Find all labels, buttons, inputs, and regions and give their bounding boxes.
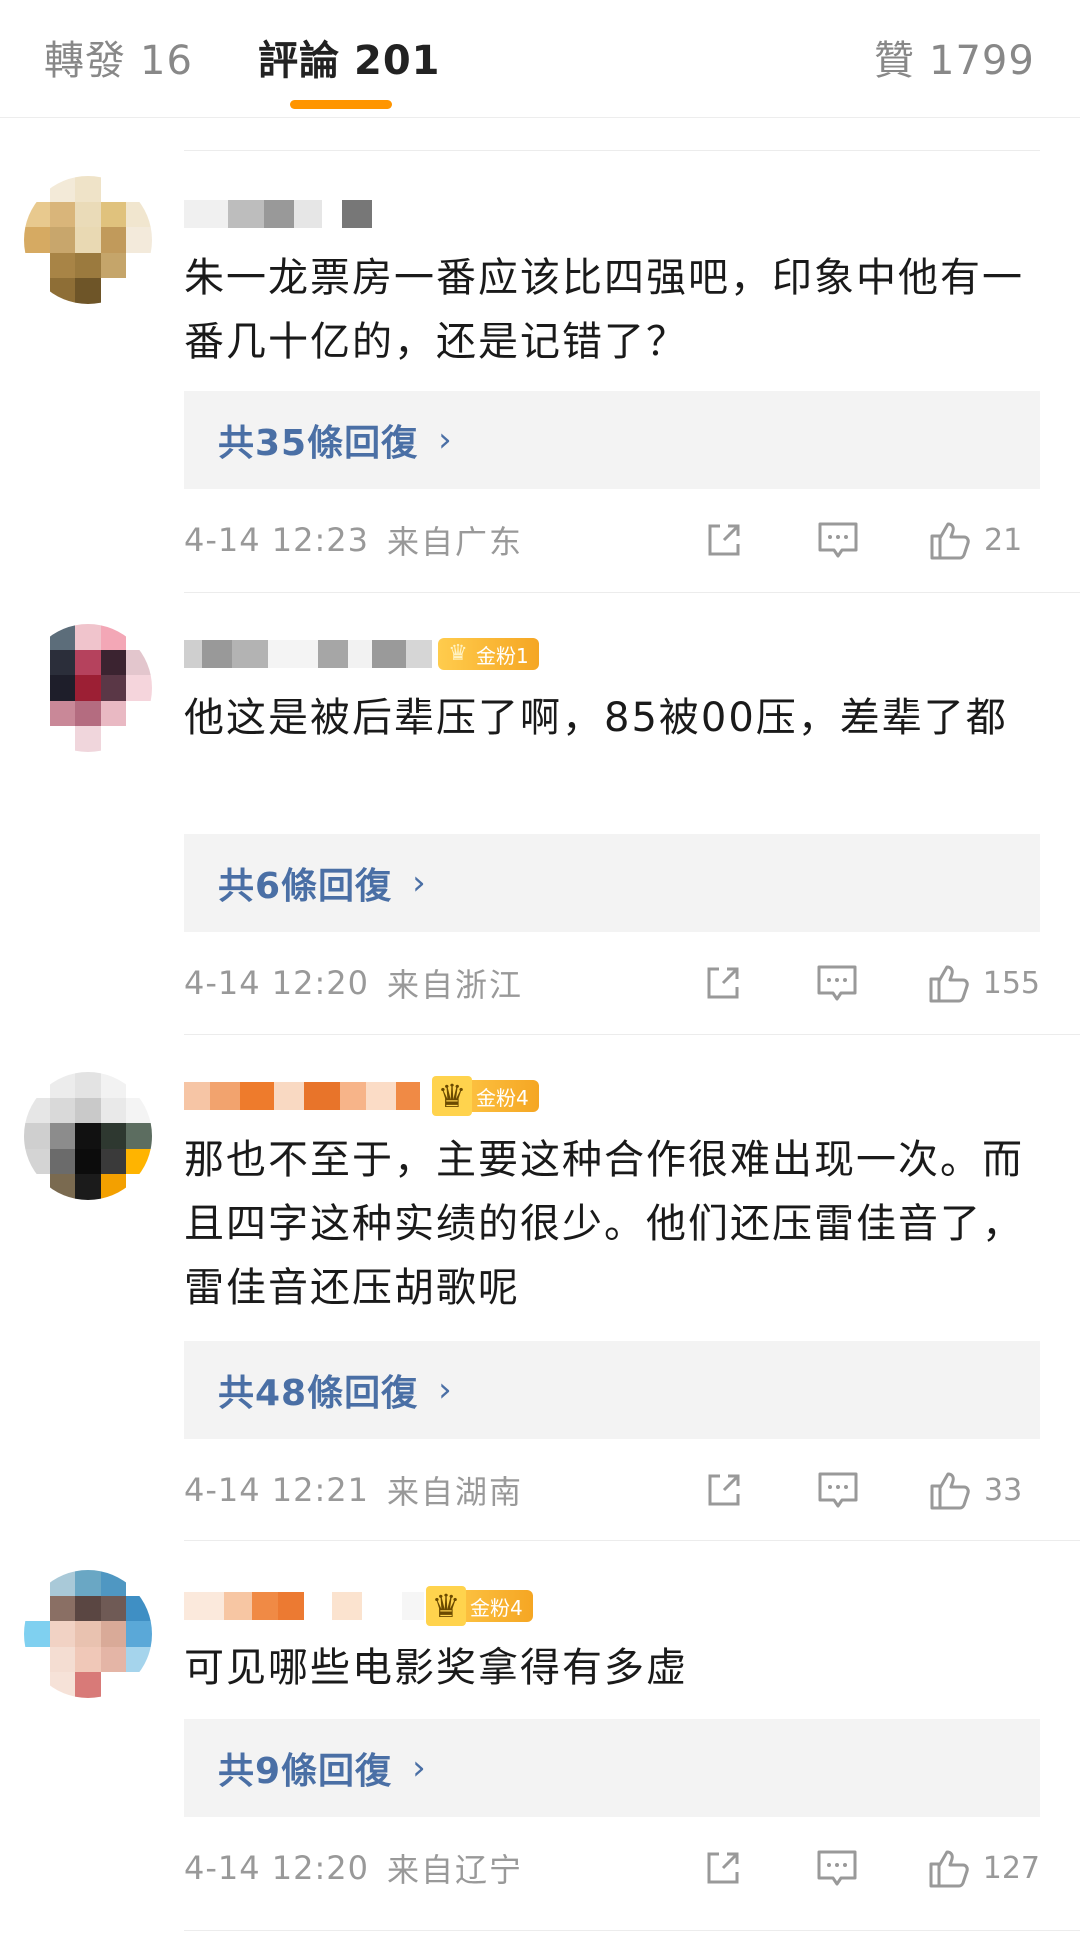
replies-count-label: 共48條回復	[218, 1373, 419, 1414]
view-replies-button[interactable]: 共6條回復 ›	[184, 834, 1040, 932]
comment-meta: 4-14 12:23 来自广东 21	[184, 515, 1040, 565]
like-count: 21	[984, 522, 1023, 558]
share-button[interactable]	[704, 1470, 744, 1510]
share-icon	[707, 1852, 739, 1884]
view-replies-button[interactable]: 共35條回復 ›	[184, 391, 1040, 489]
crown-icon: ♛	[432, 1076, 472, 1116]
tab-comments[interactable]: 評論 201	[258, 28, 441, 86]
replies-count-label: 共6條回復	[218, 866, 393, 907]
like-count: 127	[982, 1850, 1040, 1886]
fan-badge: ♛ 金粉4	[426, 1586, 533, 1626]
share-button[interactable]	[704, 520, 744, 560]
comment-time: 4-14 12:20	[184, 1849, 370, 1887]
chevron-right-icon: ›	[438, 420, 453, 460]
avatar[interactable]	[24, 1570, 152, 1698]
fan-badge: ♛ 金粉4	[432, 1076, 539, 1116]
tab-likes-label: 贊	[874, 38, 915, 84]
tab-likes-count: 1799	[929, 38, 1035, 84]
like-count: 33	[984, 1472, 1023, 1508]
comment-time: 4-14 12:20	[184, 964, 370, 1002]
tab-reposts-label: 轉發	[44, 38, 126, 84]
comment-location: 来自广东	[387, 523, 524, 561]
like-button[interactable]: 155	[927, 961, 1040, 1005]
share-icon	[708, 524, 740, 556]
chevron-right-icon: ›	[412, 863, 427, 903]
comment-text: 朱一龙票房一番应该比四强吧，印象中他有一番几十亿的，还是记错了？	[184, 255, 1024, 365]
username-redacted[interactable]: ♛ 金粉1	[184, 636, 539, 672]
comment-location: 来自辽宁	[387, 1851, 524, 1889]
chevron-right-icon: ›	[412, 1748, 427, 1788]
tab-comments-count: 201	[354, 38, 441, 84]
comment-icon	[818, 1472, 858, 1508]
comment-location: 来自湖南	[387, 1473, 524, 1511]
like-button[interactable]: 33	[928, 1468, 1040, 1512]
replies-count-label: 共35條回復	[218, 423, 419, 464]
comment-actions: 155	[703, 961, 1040, 1005]
divider	[184, 1930, 1080, 1931]
username-redacted[interactable]: ♛ 金粉4	[184, 1076, 539, 1116]
thumbs-up-icon	[930, 1472, 970, 1510]
fan-badge-label: 金粉4	[470, 1595, 523, 1620]
comment-button[interactable]	[815, 963, 859, 1003]
like-button[interactable]: 21	[928, 518, 1040, 562]
tab-likes[interactable]: 贊 1799	[874, 28, 1035, 86]
tab-reposts[interactable]: 轉發 16	[44, 28, 193, 86]
view-replies-button[interactable]: 共9條回復 ›	[184, 1719, 1040, 1817]
avatar[interactable]	[24, 176, 152, 304]
comment-meta: 4-14 12:20 来自辽宁 127	[184, 1843, 1040, 1893]
tab-active-indicator	[290, 100, 392, 109]
comment-icon	[817, 965, 857, 1001]
comment-actions: 33	[704, 1468, 1040, 1512]
comment-icon	[818, 522, 858, 558]
replies-count-label: 共9條回復	[218, 1751, 393, 1792]
fan-badge: ♛ 金粉1	[438, 638, 539, 670]
share-button[interactable]	[703, 963, 743, 1003]
comment-actions: 21	[704, 518, 1040, 562]
chevron-right-icon: ›	[438, 1370, 453, 1410]
comment-button[interactable]	[816, 1470, 860, 1510]
divider	[184, 1540, 1080, 1541]
divider	[184, 150, 1040, 151]
tab-reposts-count: 16	[140, 38, 193, 84]
avatar[interactable]	[24, 1072, 152, 1200]
comment-icon	[817, 1850, 857, 1886]
crown-icon: ♛	[426, 1586, 466, 1626]
comment-text: 可见哪些电影奖拿得有多虚	[184, 1645, 688, 1691]
comment-text: 他这是被后辈压了啊，85被00压，差辈了都	[184, 695, 1008, 741]
comment-meta: 4-14 12:20 来自浙江 155	[184, 958, 1040, 1008]
fan-badge-label: 金粉1	[476, 643, 529, 668]
view-replies-button[interactable]: 共48條回復 ›	[184, 1341, 1040, 1439]
comment-text: 那也不至于，主要这种合作很难出现一次。而且四字这种实绩的很少。他们还压雷佳音了，…	[184, 1137, 1024, 1311]
like-count: 155	[982, 965, 1040, 1001]
share-button[interactable]	[703, 1848, 743, 1888]
thumbs-up-icon	[929, 1850, 969, 1888]
fan-badge-label: 金粉4	[476, 1085, 529, 1110]
divider	[184, 592, 1080, 593]
like-button[interactable]: 127	[927, 1846, 1040, 1890]
tab-bar: 轉發 16 評論 201 贊 1799	[0, 0, 1080, 118]
thumbs-up-icon	[929, 965, 969, 1003]
comment-button[interactable]	[815, 1848, 859, 1888]
comment-time: 4-14 12:23	[184, 521, 370, 559]
comment-meta: 4-14 12:21 来自湖南 33	[184, 1465, 1040, 1515]
avatar[interactable]	[24, 624, 152, 752]
comment-button[interactable]	[816, 520, 860, 560]
tab-comments-label: 評論	[258, 38, 340, 84]
comment-location: 来自浙江	[387, 966, 524, 1004]
username-redacted[interactable]	[184, 196, 372, 232]
comment-time: 4-14 12:21	[184, 1471, 370, 1509]
crown-icon: ♛	[448, 641, 468, 666]
comment-actions: 127	[703, 1846, 1040, 1890]
username-redacted[interactable]: ♛ 金粉4	[184, 1586, 533, 1626]
share-icon	[707, 967, 739, 999]
divider	[184, 1034, 1080, 1035]
thumbs-up-icon	[930, 522, 970, 560]
share-icon	[708, 1474, 740, 1506]
